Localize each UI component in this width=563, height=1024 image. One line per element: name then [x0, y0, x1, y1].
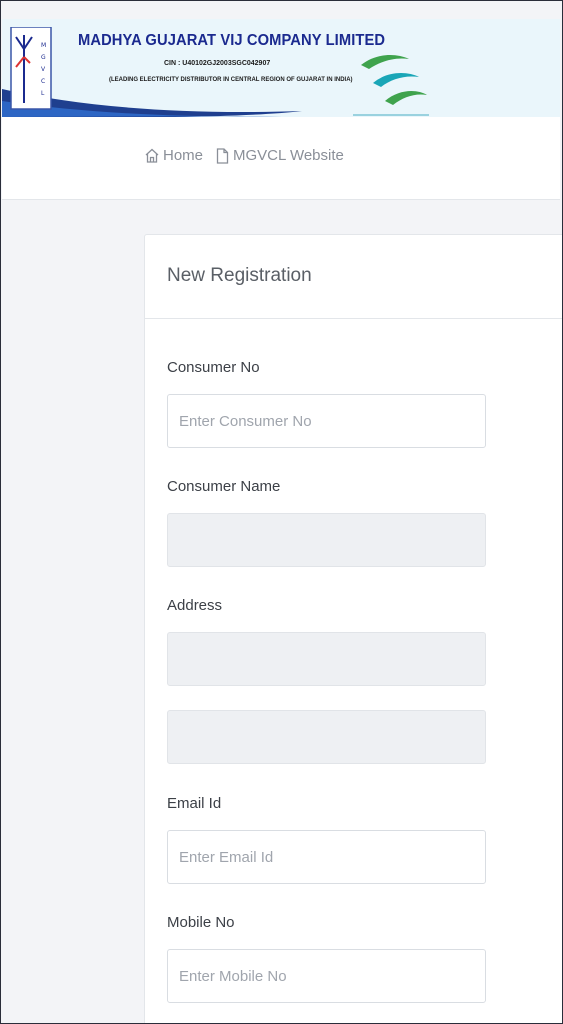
address-line2-field: [167, 710, 486, 764]
address-line1-field: [167, 632, 486, 686]
email-input[interactable]: [167, 830, 486, 884]
registration-panel: New Registration Consumer No Consumer Na…: [144, 234, 562, 1023]
mobile-input[interactable]: [167, 949, 486, 1003]
birds-logo-icon: [353, 55, 429, 116]
company-tagline: (LEADING ELECTRICITY DISTRIBUTOR IN CENT…: [109, 77, 353, 83]
nav-home-label: Home: [163, 147, 204, 164]
nav-website-label: MGVCL Website: [233, 147, 344, 164]
consumer-no-input[interactable]: [167, 394, 486, 448]
page-title: New Registration: [167, 265, 312, 286]
consumer-no-label: Consumer No: [167, 359, 260, 376]
consumer-name-label: Consumer Name: [167, 478, 281, 495]
header-banner: M G V C L MADHYA GUJARAT VIJ COMPANY LIM…: [2, 19, 560, 117]
company-cin: CIN : U40102GJ2003SGC042907: [164, 60, 271, 67]
page-frame: M G V C L MADHYA GUJARAT VIJ COMPANY LIM…: [0, 0, 563, 1024]
svg-text:M: M: [41, 42, 46, 49]
company-name: MADHYA GUJARAT VIJ COMPANY LIMITED: [78, 32, 386, 49]
nav-website-link[interactable]: MGVCL Website: [216, 147, 344, 164]
top-nav: Home MGVCL Website: [2, 117, 560, 200]
panel-header: New Registration: [145, 235, 562, 319]
trident-logo-icon: M G V C L: [10, 27, 52, 110]
file-icon: [216, 147, 229, 164]
nav-home-link[interactable]: Home: [145, 147, 203, 164]
address-label: Address: [167, 597, 223, 614]
svg-text:G: G: [41, 54, 46, 61]
email-label: Email Id: [167, 795, 222, 812]
home-icon: [145, 148, 159, 163]
consumer-name-field: [167, 513, 486, 567]
company-logo: M G V C L: [10, 27, 52, 117]
mobile-label: Mobile No: [167, 914, 235, 931]
svg-text:C: C: [41, 78, 45, 85]
